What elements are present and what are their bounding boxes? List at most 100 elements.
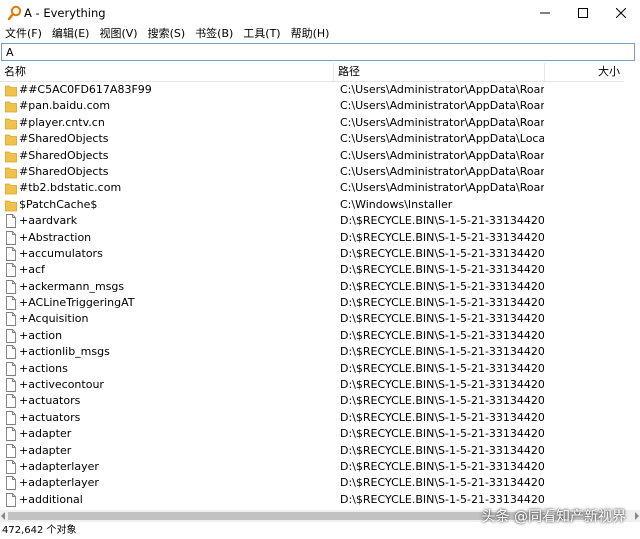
window-title: A - Everything	[24, 6, 106, 20]
result-path: D:\$RECYCLE.BIN\S-1-5-21-3313442084-	[340, 296, 544, 310]
result-row[interactable]: #tb2.bdstatic.com C:\Users\Administrator\…	[0, 180, 624, 196]
menu-search[interactable]: 搜索(S)	[143, 26, 191, 42]
menu-view[interactable]: 视图(V)	[94, 26, 142, 42]
file-icon	[6, 279, 16, 294]
menu-file[interactable]: 文件(F)	[0, 26, 47, 42]
result-path: D:\$RECYCLE.BIN\S-1-5-21-3313442084-	[340, 312, 544, 326]
result-path: C:\Users\Administrator\AppData\Roaming	[340, 83, 544, 96]
search-input[interactable]	[1, 43, 635, 61]
column-header-path[interactable]: 路径	[334, 63, 545, 81]
result-row[interactable]: +adapter D:\$RECYCLE.BIN\S-1-5-21-3313442…	[0, 426, 624, 442]
result-row[interactable]: +aardvark D:\$RECYCLE.BIN\S-1-5-21-331344…	[0, 213, 624, 229]
file-icon	[6, 246, 16, 261]
file-icon	[6, 460, 16, 474]
file-icon	[6, 345, 16, 360]
result-path: C:\Users\Administrator\AppData\Local\G	[340, 132, 544, 146]
menu-edit[interactable]: 编辑(E)	[47, 26, 95, 42]
result-row[interactable]: +ACLineTriggeringAT D:\$RECYCLE.BIN\S-1-5…	[0, 295, 624, 311]
results-list[interactable]: ##C5AC0FD617A83F99 C:\Users\Administrator…	[0, 82, 624, 510]
result-path: D:\$RECYCLE.BIN\S-1-5-21-3313442084-	[340, 263, 544, 277]
result-row[interactable]: +adapter D:\$RECYCLE.BIN\S-1-5-21-3313442…	[0, 443, 624, 459]
minimize-button[interactable]	[525, 0, 565, 26]
folder-icon	[5, 200, 17, 212]
result-name: +adapterlayer	[19, 459, 99, 473]
maximize-button[interactable]	[563, 0, 603, 26]
close-button[interactable]	[601, 0, 640, 26]
file-icon	[6, 312, 16, 327]
file-icon	[6, 476, 16, 491]
file-icon	[6, 443, 16, 458]
result-path: D:\$RECYCLE.BIN\S-1-5-21-3313442084-	[340, 476, 544, 490]
file-icon	[6, 263, 16, 278]
file-icon	[6, 296, 16, 311]
file-icon	[6, 230, 16, 245]
folder-icon	[5, 118, 17, 130]
result-name: +actuators	[19, 394, 81, 408]
result-row[interactable]: #player.cntv.cn C:\Users\Administrator\Ap…	[0, 115, 624, 131]
result-row[interactable]: +actions D:\$RECYCLE.BIN\S-1-5-21-3313442…	[0, 361, 624, 377]
result-row[interactable]: #pan.baidu.com C:\Users\Administrator\App…	[0, 98, 624, 114]
result-name: +acf	[19, 263, 45, 277]
vertical-scrollbar[interactable]	[624, 63, 640, 510]
result-name: +actions	[19, 361, 68, 375]
column-header-size[interactable]: 大小	[545, 63, 622, 81]
result-path: D:\$RECYCLE.BIN\S-1-5-21-3313442084-	[340, 394, 544, 408]
everything-app-icon	[7, 5, 22, 21]
result-row[interactable]: +adapterlayer D:\$RECYCLE.BIN\S-1-5-21-33…	[0, 475, 624, 491]
menu-tools[interactable]: 工具(T)	[238, 26, 285, 42]
result-name: #SharedObjects	[19, 132, 109, 146]
result-name: #SharedObjects	[19, 164, 109, 178]
result-row[interactable]: +action D:\$RECYCLE.BIN\S-1-5-21-33134420…	[0, 328, 624, 344]
file-icon	[6, 492, 16, 507]
result-path: D:\$RECYCLE.BIN\S-1-5-21-3313442084-	[340, 459, 544, 473]
result-path: C:\Windows\Installer	[340, 197, 453, 211]
maximize-icon	[578, 8, 588, 18]
result-row[interactable]: +actuators D:\$RECYCLE.BIN\S-1-5-21-33134…	[0, 393, 624, 409]
result-name: ##C5AC0FD617A83F99	[19, 83, 152, 96]
result-row[interactable]: +acf D:\$RECYCLE.BIN\S-1-5-21-3313442084-	[0, 262, 624, 278]
column-header-name[interactable]: 名称	[0, 63, 334, 81]
scroll-right-icon[interactable]	[635, 512, 639, 520]
folder-icon	[5, 134, 17, 146]
result-row[interactable]: #SharedObjects C:\Users\Administrator\App…	[0, 131, 624, 147]
file-icon	[6, 361, 16, 376]
file-icon	[6, 427, 16, 442]
menu-help[interactable]: 帮助(H)	[286, 26, 335, 42]
result-path: C:\Users\Administrator\AppData\Roaming	[340, 99, 544, 113]
title-bar[interactable]: A - Everything	[0, 0, 640, 26]
menu-bar: 文件(F) 编辑(E) 视图(V) 搜索(S) 书签(B) 工具(T) 帮助(H…	[0, 25, 640, 43]
result-path: D:\$RECYCLE.BIN\S-1-5-21-3313442084-	[340, 246, 544, 260]
menu-bookmarks[interactable]: 书签(B)	[190, 26, 238, 42]
result-row[interactable]: +activecontour D:\$RECYCLE.BIN\S-1-5-21-3…	[0, 377, 624, 393]
result-row[interactable]: #SharedObjects C:\Users\Administrator\App…	[0, 148, 624, 164]
result-row[interactable]: +Acquisition D:\$RECYCLE.BIN\S-1-5-21-331…	[0, 311, 624, 327]
result-row[interactable]: +actionlib_msgs D:\$RECYCLE.BIN\S-1-5-21-…	[0, 344, 624, 360]
result-name: #SharedObjects	[19, 148, 109, 162]
close-icon	[616, 8, 626, 18]
result-name: +adapter	[19, 443, 72, 457]
result-row[interactable]: +adapterlayer D:\$RECYCLE.BIN\S-1-5-21-33…	[0, 459, 624, 475]
result-name: +adapterlayer	[19, 476, 99, 490]
result-row[interactable]: +ackermann_msgs D:\$RECYCLE.BIN\S-1-5-21-…	[0, 279, 624, 295]
result-row[interactable]: +actuators D:\$RECYCLE.BIN\S-1-5-21-33134…	[0, 410, 624, 426]
result-path: D:\$RECYCLE.BIN\S-1-5-21-3313442084-	[340, 328, 544, 342]
result-row[interactable]: ##C5AC0FD617A83F99 C:\Users\Administrator…	[0, 82, 624, 98]
result-name: #pan.baidu.com	[19, 99, 111, 113]
watermark: 头条 @同看知产新视界	[481, 509, 626, 525]
result-path: C:\Users\Administrator\AppData\Roaming	[340, 164, 544, 178]
result-name: +actionlib_msgs	[19, 345, 110, 359]
result-name: +aardvark	[19, 214, 78, 228]
result-row[interactable]: #SharedObjects C:\Users\Administrator\App…	[0, 164, 624, 180]
result-name: +ackermann_msgs	[19, 279, 125, 293]
result-path: D:\$RECYCLE.BIN\S-1-5-21-3313442084-	[340, 214, 544, 228]
file-icon	[6, 328, 16, 343]
result-path: C:\Users\Administrator\AppData\Roaming	[340, 148, 544, 162]
result-row[interactable]: +Abstraction D:\$RECYCLE.BIN\S-1-5-21-331…	[0, 230, 624, 246]
folder-icon	[5, 101, 17, 113]
result-name: +activecontour	[19, 378, 104, 392]
result-row[interactable]: $PatchCache$ C:\Windows\Installer	[0, 197, 624, 213]
result-row[interactable]: +accumulators D:\$RECYCLE.BIN\S-1-5-21-33…	[0, 246, 624, 262]
result-path: D:\$RECYCLE.BIN\S-1-5-21-3313442084-	[340, 443, 544, 457]
scroll-left-icon[interactable]	[1, 512, 5, 520]
result-name: #tb2.bdstatic.com	[19, 181, 122, 195]
